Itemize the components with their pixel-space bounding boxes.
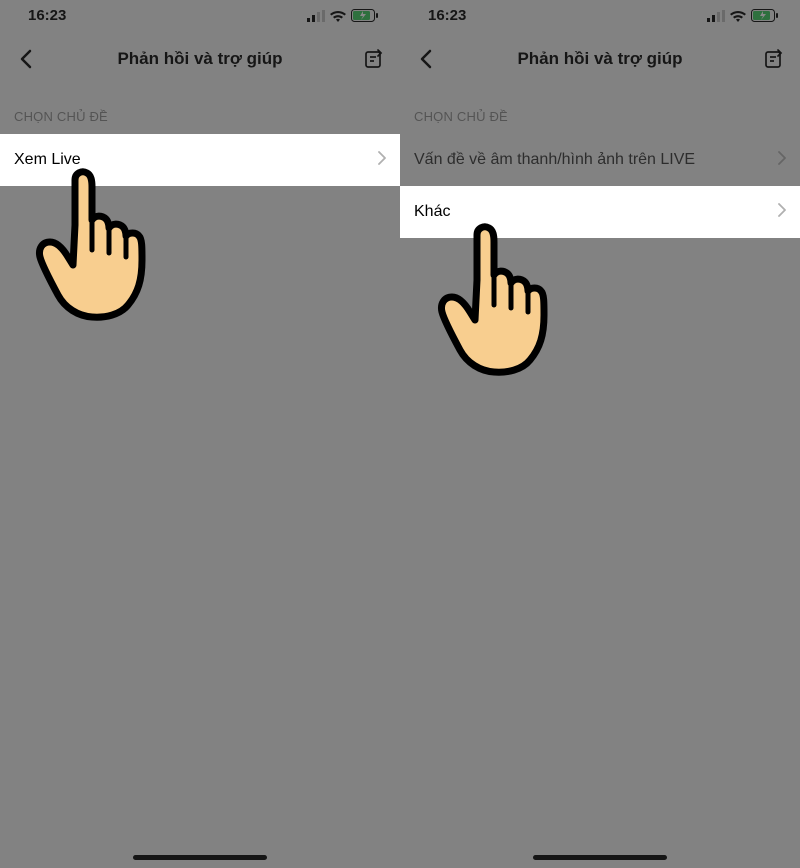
report-button[interactable] bbox=[362, 47, 386, 71]
home-indicator bbox=[533, 855, 667, 860]
status-right bbox=[707, 9, 778, 22]
page-title: Phản hồi và trợ giúp bbox=[438, 49, 762, 69]
page-title: Phản hồi và trợ giúp bbox=[38, 49, 362, 69]
list-item-label: Khác bbox=[414, 203, 450, 221]
battery-icon bbox=[751, 9, 778, 22]
status-bar: 16:23 bbox=[0, 0, 400, 31]
signal-icon bbox=[307, 10, 325, 22]
home-indicator bbox=[133, 855, 267, 860]
signal-icon bbox=[707, 10, 725, 22]
battery-icon bbox=[351, 9, 378, 22]
wifi-icon bbox=[730, 10, 746, 22]
report-button[interactable] bbox=[762, 47, 786, 71]
back-button[interactable] bbox=[14, 47, 38, 71]
chevron-right-icon bbox=[778, 203, 786, 222]
status-time: 16:23 bbox=[28, 7, 66, 24]
status-time: 16:23 bbox=[428, 7, 466, 24]
phone-right: 16:23 Phản hồi và trợ giúp CHỌN CHỦ ĐỀ V… bbox=[400, 0, 800, 868]
list-item-label: Vấn đề về âm thanh/hình ảnh trên LIVE bbox=[414, 151, 695, 169]
list-item-audio-video[interactable]: Vấn đề về âm thanh/hình ảnh trên LIVE bbox=[400, 134, 800, 186]
header: Phản hồi và trợ giúp bbox=[400, 31, 800, 87]
wifi-icon bbox=[330, 10, 346, 22]
hand-pointer-icon bbox=[20, 165, 170, 325]
hand-pointer-icon bbox=[422, 220, 572, 380]
section-label: CHỌN CHỦ ĐỀ bbox=[400, 87, 800, 134]
chevron-right-icon bbox=[778, 151, 786, 170]
header: Phản hồi và trợ giúp bbox=[0, 31, 400, 87]
section-label: CHỌN CHỦ ĐỀ bbox=[0, 87, 400, 134]
back-button[interactable] bbox=[414, 47, 438, 71]
status-right bbox=[307, 9, 378, 22]
chevron-right-icon bbox=[378, 151, 386, 170]
phone-left: 16:23 Phản hồi và trợ giúp CHỌN CHỦ ĐỀ X… bbox=[0, 0, 400, 868]
status-bar: 16:23 bbox=[400, 0, 800, 31]
